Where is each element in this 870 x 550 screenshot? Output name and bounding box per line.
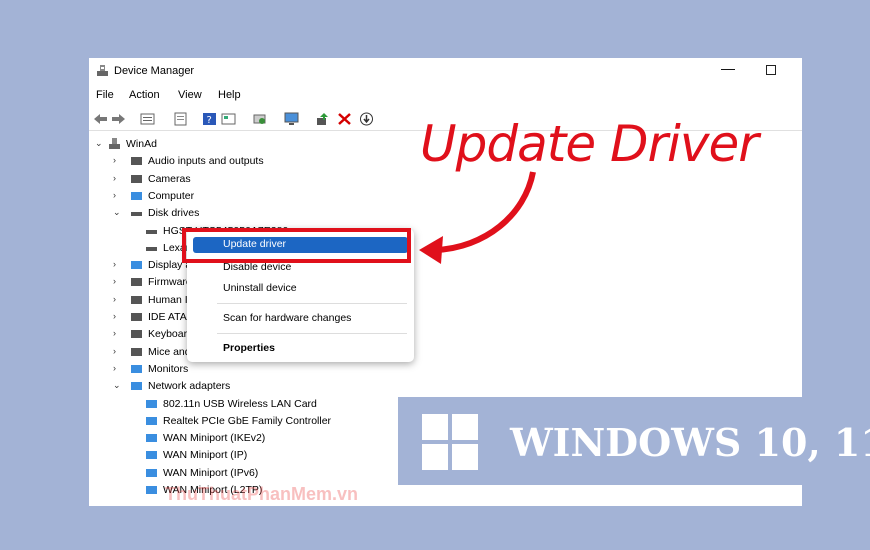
chevron-right-icon[interactable]: ›	[113, 328, 123, 338]
uninstall-x-icon[interactable]	[337, 112, 352, 126]
scan-icon[interactable]	[252, 112, 267, 126]
menu-help[interactable]: Help	[218, 89, 241, 101]
menu-uninstall-device[interactable]: Uninstall device	[187, 280, 414, 298]
help-icon[interactable]: ?	[202, 112, 217, 126]
network-icon	[146, 416, 157, 425]
forward-arrow-icon[interactable]	[111, 112, 126, 126]
tree-item-label: Audio inputs and outputs	[148, 155, 264, 168]
highlight-box	[182, 228, 411, 263]
network-icon	[146, 468, 157, 477]
network-icon	[146, 451, 157, 460]
maximize-button[interactable]	[766, 65, 776, 75]
tree-item-label: WAN Miniport (IP)	[163, 449, 248, 462]
chevron-down-icon[interactable]: ⌄	[95, 138, 105, 149]
tree-item-label: Cameras	[148, 172, 191, 185]
tree-item-label: Disk drives	[148, 207, 200, 220]
display-icon	[131, 261, 142, 270]
network-icon	[146, 399, 157, 408]
network-icon	[146, 434, 157, 443]
chevron-down-icon[interactable]: ⌄	[113, 380, 123, 391]
chevron-right-icon[interactable]: ›	[113, 346, 123, 356]
tree-item-label: Network adapters	[148, 380, 231, 393]
window-title: Device Manager	[114, 65, 195, 77]
back-arrow-icon[interactable]	[93, 112, 108, 126]
menu-action[interactable]: Action	[129, 89, 160, 101]
speaker-icon	[131, 157, 142, 166]
network-icon	[146, 486, 157, 494]
chevron-right-icon[interactable]: ›	[113, 363, 123, 373]
computer-icon	[131, 191, 142, 200]
chevron-right-icon[interactable]: ›	[113, 173, 123, 183]
windows-logo-icon	[422, 414, 478, 470]
network-icon	[131, 382, 142, 391]
svg-text:?: ?	[207, 115, 212, 126]
monitor-icon	[131, 364, 142, 373]
chevron-right-icon[interactable]: ›	[113, 190, 123, 200]
disk-icon	[131, 212, 142, 217]
details-icon[interactable]	[221, 112, 236, 126]
menu-separator	[217, 333, 407, 334]
tree-root-label: WinAd	[126, 138, 157, 150]
doc-icon[interactable]	[173, 112, 188, 126]
watermark: ThuThuatPhanMem.vn	[165, 484, 358, 504]
device-manager-icon	[97, 65, 108, 76]
firmware-icon	[131, 278, 142, 287]
hid-icon	[131, 295, 142, 304]
chevron-right-icon[interactable]: ›	[113, 276, 123, 286]
title-bar: Device Manager —	[89, 58, 802, 84]
tree-item-label: WAN Miniport (IKEv2)	[163, 432, 266, 445]
mouse-icon	[131, 347, 142, 356]
chevron-right-icon[interactable]: ›	[113, 311, 123, 321]
disk-icon	[146, 246, 157, 251]
menu-separator	[217, 303, 407, 304]
ide-icon	[131, 313, 142, 321]
minimize-button[interactable]: —	[721, 60, 735, 76]
menu-scan-hardware[interactable]: Scan for hardware changes	[187, 310, 414, 328]
chevron-right-icon[interactable]: ›	[113, 155, 123, 165]
menu-view[interactable]: View	[178, 89, 202, 101]
annotation-title: Update Driver	[420, 115, 759, 173]
disk-icon	[146, 229, 157, 234]
pointer-arrow	[419, 171, 536, 264]
properties-icon[interactable]	[140, 112, 155, 126]
menu-file[interactable]: File	[96, 89, 114, 101]
menu-properties[interactable]: Properties	[187, 340, 414, 358]
computer-icon	[109, 138, 120, 149]
chevron-down-icon[interactable]: ⌄	[113, 207, 123, 218]
keyboard-icon	[131, 330, 142, 339]
download-icon[interactable]	[359, 112, 374, 126]
camera-icon	[131, 174, 142, 183]
update-driver-icon[interactable]	[315, 112, 330, 126]
tree-item-label: 802.11n USB Wireless LAN Card	[163, 397, 317, 410]
monitor-icon[interactable]	[284, 112, 299, 126]
tree-item-label: Monitors	[148, 362, 189, 375]
tree-item-label: Computer	[148, 189, 195, 202]
tree-item-label: Firmware	[148, 276, 192, 289]
tree-item-label: Realtek PCIe GbE Family Controller	[163, 414, 332, 427]
tree-item-label: WAN Miniport (IPv6)	[163, 466, 259, 479]
chevron-right-icon[interactable]: ›	[113, 294, 123, 304]
banner-text: WINDOWS 10, 11	[510, 420, 870, 465]
chevron-right-icon[interactable]: ›	[113, 259, 123, 269]
